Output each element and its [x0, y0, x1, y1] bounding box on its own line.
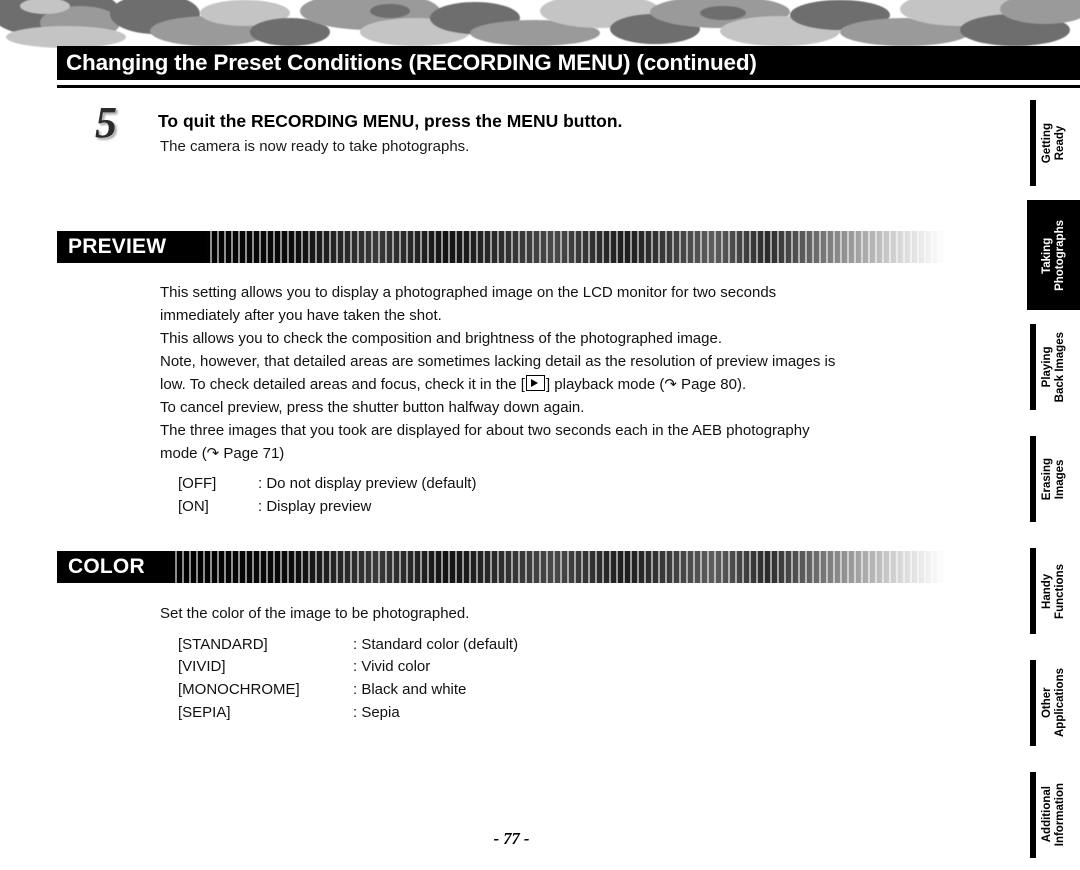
page-number: - 77 -	[493, 829, 530, 848]
sidebar-item-label: Other Applications	[1040, 668, 1066, 738]
sidebar-item-taking-photographs[interactable]: Taking Photographs	[1027, 200, 1080, 310]
color-option-vivid-key: [VIVID]	[178, 658, 226, 675]
color-option-standard-key: [STANDARD]	[178, 636, 268, 653]
section-header-preview: PREVIEW	[57, 231, 945, 263]
decorative-texture-band	[0, 0, 1080, 48]
section-tab-strip: Getting Ready Taking Photographs Playing…	[1023, 88, 1080, 870]
step-subtitle: The camera is now ready to take photogra…	[160, 138, 470, 155]
preview-option-on-value: : Display preview	[258, 498, 372, 515]
tab-rule-playing-back-images	[1030, 324, 1036, 410]
preview-paragraph-5: low. To check detailed areas and focus, …	[160, 374, 746, 396]
page-content: 5 To quit the RECORDING MENU, press the …	[0, 88, 1023, 870]
preview-paragraph-2: immediately after you have taken the sho…	[160, 307, 442, 324]
preview-paragraph-1: This setting allows you to display a pho…	[160, 284, 777, 301]
tab-rule-additional-information	[1030, 772, 1036, 858]
sidebar-item-label: Erasing Images	[1040, 457, 1066, 501]
color-option-monochrome-value: : Black and white	[353, 681, 467, 698]
step-number-badge: 5	[95, 101, 141, 149]
sidebar-item-label: Playing Back Images	[1040, 331, 1066, 403]
color-option-sepia-key: [SEPIA]	[178, 704, 231, 721]
preview-paragraph-5a: low. To check detailed areas and focus, …	[160, 376, 525, 393]
preview-paragraph-6: To cancel preview, press the shutter but…	[160, 399, 585, 416]
color-option-vivid-value: : Vivid color	[353, 658, 431, 675]
preview-option-on-key: [ON]	[178, 498, 209, 515]
sidebar-item-label: Handy Functions	[1040, 563, 1066, 619]
section-title-preview: PREVIEW	[68, 235, 167, 258]
tab-rule-getting-ready	[1030, 100, 1036, 186]
sidebar-item-label: Getting Ready	[1040, 122, 1066, 164]
color-paragraph-1: Set the color of the image to be photogr…	[160, 605, 470, 622]
color-option-standard-value: : Standard color (default)	[353, 636, 519, 653]
preview-paragraph-8: mode (↷ Page 71)	[160, 445, 285, 462]
color-option-monochrome-key: [MONOCHROME]	[178, 681, 300, 698]
tab-rule-erasing-images	[1030, 436, 1036, 522]
preview-paragraph-7: The three images that you took are displ…	[160, 422, 810, 439]
section-header-color: COLOR	[57, 551, 945, 583]
preview-paragraph-4: Note, however, that detailed areas are s…	[160, 353, 836, 370]
section-title-color: COLOR	[68, 555, 145, 578]
preview-paragraph-5b: ] playback mode (↷ Page 80).	[545, 376, 747, 393]
sidebar-item-label: Additional Information	[1040, 783, 1066, 847]
page-title-bar: Changing the Preset Conditions (RECORDIN…	[57, 46, 1080, 80]
tab-rule-other-applications	[1030, 660, 1036, 746]
playback-mode-icon	[525, 375, 545, 391]
preview-option-off-key: [OFF]	[178, 475, 217, 492]
color-option-sepia-value: : Sepia	[353, 704, 400, 721]
preview-option-off-value: : Do not display preview (default)	[258, 475, 477, 492]
step-title: To quit the RECORDING MENU, press the ME…	[158, 111, 623, 131]
preview-paragraph-3: This allows you to check the composition…	[160, 330, 723, 347]
tab-rule-handy-functions	[1030, 548, 1036, 634]
page-title: Changing the Preset Conditions (RECORDIN…	[66, 50, 757, 75]
step-number: 5	[95, 98, 117, 147]
sidebar-item-label: Taking Photographs	[1040, 219, 1066, 291]
